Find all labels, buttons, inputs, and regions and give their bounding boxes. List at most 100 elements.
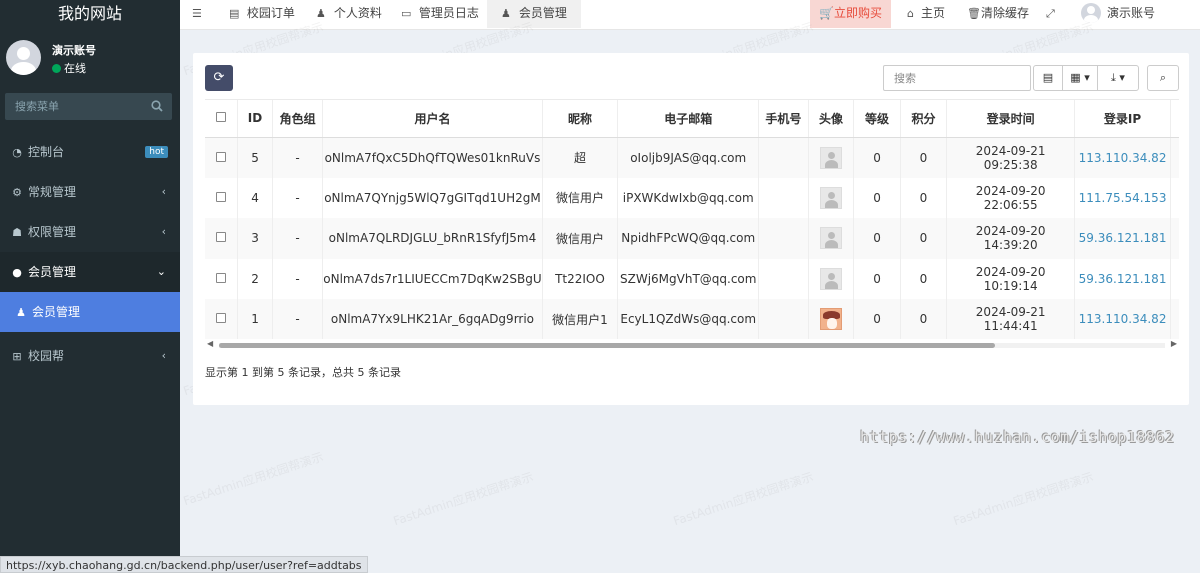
row-checkbox[interactable]: [216, 313, 227, 324]
cell-id: 2: [237, 258, 273, 299]
cell-email: NpidhFPcWQ@qq.com: [617, 218, 760, 259]
cell-mobile: [758, 258, 809, 299]
toggle-view-button[interactable]: ▤: [1033, 65, 1063, 91]
col-header-login-ip[interactable]: 登录IP: [1074, 100, 1171, 138]
table-row[interactable]: 3 - oNlmA7QLRDJGLU_bRnR1SfyfJ5m4 微信用户 Np…: [205, 218, 1179, 259]
default-avatar-icon[interactable]: [819, 267, 842, 290]
bars-icon: ☰: [192, 7, 202, 20]
col-header-score[interactable]: 积分: [900, 100, 948, 138]
cell-mobile: [758, 177, 809, 218]
export-button[interactable]: ⤓ ▾: [1097, 65, 1139, 91]
row-checkbox[interactable]: [216, 191, 227, 202]
cell-score: 0: [900, 177, 948, 218]
cell-group: -: [272, 258, 324, 299]
search-toggle-button[interactable]: ⌕: [1147, 65, 1179, 91]
table-row[interactable]: 5 - oNlmA7fQxC5DhQfTQWes01knRuVs 超 oIolj…: [205, 137, 1179, 178]
table-row[interactable]: 2 - oNlmA7ds7r1LIUECCm7DqKw2SBgU Tt22IOO…: [205, 258, 1179, 299]
select-all-checkbox[interactable]: [216, 112, 227, 123]
site-logo[interactable]: 我的网站: [0, 0, 180, 30]
tab-profile[interactable]: ♟ 个人资料: [307, 0, 391, 28]
online-dot-icon: [52, 64, 61, 73]
row-checkbox[interactable]: [216, 151, 227, 162]
refresh-icon: ⟳: [213, 70, 225, 85]
row-checkbox-cell[interactable]: [205, 177, 239, 218]
col-header-group[interactable]: 角色组: [272, 100, 324, 138]
sidebar-item-label: 校园帮: [28, 349, 65, 363]
row-checkbox[interactable]: [216, 232, 227, 243]
refresh-button[interactable]: ⟳: [205, 65, 233, 91]
cell-login-ip[interactable]: 59.36.121.181: [1074, 218, 1171, 259]
col-header-username[interactable]: 用户名: [322, 100, 543, 138]
row-checkbox-cell[interactable]: [205, 299, 239, 339]
table-search-input[interactable]: [883, 65, 1031, 91]
default-avatar-icon[interactable]: [819, 186, 842, 209]
col-header-email[interactable]: 电子邮箱: [617, 100, 760, 138]
scroll-right-arrow-icon[interactable]: ▶: [1171, 339, 1177, 348]
cell-group: -: [272, 218, 324, 259]
list-alt-icon: ▭: [401, 7, 412, 20]
cell-avatar: [808, 137, 855, 178]
th-icon: ▦: [1070, 71, 1081, 84]
cell-username: oNlmA7ds7r1LIUECCm7DqKw2SBgU: [322, 258, 543, 299]
sidebar-item-auth[interactable]: ☗ 权限管理 ‹: [0, 212, 180, 252]
cartoon-avatar-icon[interactable]: [819, 308, 842, 331]
sidebar-item-general[interactable]: ⚙ 常规管理 ‹: [0, 172, 180, 212]
cell-login-ip[interactable]: 113.110.34.82: [1074, 299, 1171, 339]
scrollbar-thumb[interactable]: [219, 343, 995, 348]
home-button[interactable]: ⌂ 主页: [907, 0, 945, 28]
fullscreen-button[interactable]: ⤢: [1046, 0, 1060, 28]
select-all-cell[interactable]: [205, 100, 239, 138]
default-avatar-icon[interactable]: [819, 227, 842, 250]
buy-now-button[interactable]: 🛒立即购买: [810, 0, 891, 28]
table-row[interactable]: 1 - oNlmA7Yx9LHK21Ar_6gqADg9rrio 微信用户1 E…: [205, 299, 1179, 339]
col-header-id[interactable]: ID: [237, 100, 273, 138]
cell-nickname: Tt22IOO: [542, 258, 619, 299]
list-icon: ▤: [229, 7, 240, 20]
user-icon: ♟: [316, 7, 326, 20]
clear-cache-button[interactable]: 🗑清除缓存: [967, 0, 1029, 28]
tab-admin-log[interactable]: ▭ 管理员日志: [392, 0, 488, 28]
watermark-url: https://www.huzhan.com/ishop18862: [860, 428, 1175, 446]
horizontal-scrollbar[interactable]: ◀ ▶: [205, 339, 1179, 350]
col-header-level[interactable]: 等级: [853, 100, 901, 138]
home-label: 主页: [921, 6, 946, 20]
cell-avatar: [808, 299, 855, 339]
cell-group: -: [272, 299, 324, 339]
account-menu[interactable]: 演示账号: [1081, 0, 1155, 28]
sidebar-item-member[interactable]: ● 会员管理 ⌄: [0, 252, 180, 292]
sidebar-item-member-manage[interactable]: ♟ 会员管理: [0, 292, 180, 332]
cell-group: -: [272, 137, 324, 178]
cell-nickname: 微信用户: [542, 218, 619, 259]
sidebar-item-label: 权限管理: [28, 225, 77, 239]
cell-login-ip[interactable]: 59.36.121.181: [1074, 258, 1171, 299]
scroll-left-arrow-icon[interactable]: ◀: [207, 339, 213, 348]
row-checkbox[interactable]: [216, 272, 227, 283]
col-header-login-time[interactable]: 登录时间: [946, 100, 1076, 138]
tab-member-manage[interactable]: ♟ 会员管理: [487, 0, 581, 28]
col-header-nickname[interactable]: 昵称: [542, 100, 619, 138]
cell-login-ip[interactable]: 113.110.34.82: [1074, 137, 1171, 178]
col-header-avatar[interactable]: 头像: [808, 100, 855, 138]
user-name: 演示账号: [52, 44, 96, 57]
table-row[interactable]: 4 - oNlmA7QYnjg5WlQ7gGITqd1UH2gM 微信用户 iP…: [205, 177, 1179, 218]
cell-login-ip[interactable]: 111.75.54.153: [1074, 177, 1171, 218]
trash-icon: 🗑: [967, 7, 981, 20]
cell-nickname: 超: [542, 137, 619, 178]
search-icon[interactable]: [151, 100, 163, 112]
cell-id: 4: [237, 177, 273, 218]
tab-campus-orders[interactable]: ▤ 校园订单: [220, 0, 304, 28]
col-header-mobile[interactable]: 手机号: [758, 100, 809, 138]
columns-button[interactable]: ▦ ▾: [1062, 65, 1098, 91]
sidebar-item-dashboard[interactable]: ◔ 控制台 hot: [0, 132, 180, 172]
row-checkbox-cell[interactable]: [205, 258, 239, 299]
default-avatar-icon[interactable]: [819, 146, 842, 169]
row-checkbox-cell[interactable]: [205, 218, 239, 259]
sidebar-item-campus[interactable]: ⊞ 校园帮 ‹: [0, 336, 180, 376]
cell-username: oNlmA7Yx9LHK21Ar_6gqADg9rrio: [322, 299, 543, 339]
sidebar-toggle-button[interactable]: ☰: [192, 0, 206, 28]
row-checkbox-cell[interactable]: [205, 137, 239, 178]
table-header-row: ID 角色组 用户名 昵称 电子邮箱 手机号 头像 等级 积分 登录时间 登录I…: [205, 100, 1179, 138]
sidebar-menu: ◔ 控制台 hot ⚙ 常规管理 ‹ ☗ 权限管理 ‹ ● 会员管理 ⌄ ♟ 会员管理 ⊞…: [0, 132, 180, 376]
cell-login-time: 2024-09-21 11:44:41: [946, 299, 1076, 339]
menu-search-input[interactable]: [5, 93, 145, 120]
